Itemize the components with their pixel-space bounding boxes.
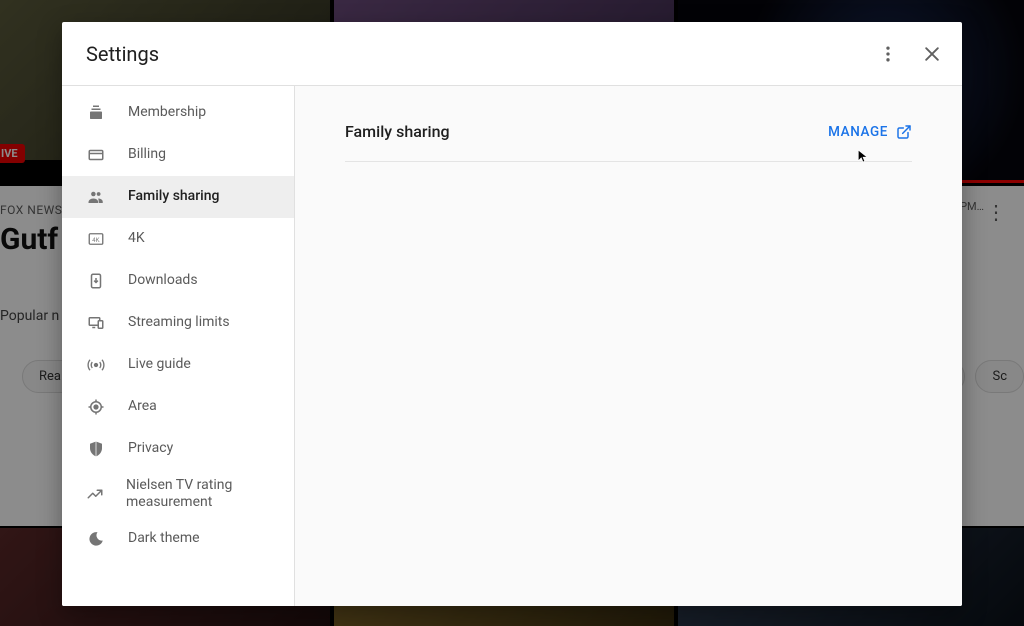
- sidebar-item-label: Privacy: [128, 440, 173, 458]
- modal-title: Settings: [86, 42, 159, 66]
- header-actions: [868, 34, 952, 74]
- sidebar-item-family-sharing[interactable]: Family sharing: [62, 176, 294, 218]
- sidebar-item-label: Billing: [128, 146, 166, 164]
- sidebar-item-downloads[interactable]: Downloads: [62, 260, 294, 302]
- location-icon: [86, 398, 106, 416]
- sidebar-item-dark-theme[interactable]: Dark theme: [62, 518, 294, 560]
- settings-sidebar: Membership Billing Family sharing 4K 4K: [62, 86, 295, 606]
- credit-card-icon: [86, 146, 106, 164]
- open-in-new-icon: [896, 124, 912, 140]
- modal-header: Settings: [62, 22, 962, 86]
- shield-icon: [86, 440, 106, 458]
- more-button[interactable]: [868, 34, 908, 74]
- close-button[interactable]: [912, 34, 952, 74]
- sidebar-item-membership[interactable]: Membership: [62, 92, 294, 134]
- download-icon: [86, 272, 106, 290]
- section-title: Family sharing: [345, 122, 450, 141]
- 4k-icon: 4K: [86, 230, 106, 248]
- sidebar-item-label: Nielsen TV rating measurement: [126, 477, 270, 512]
- devices-icon: [86, 314, 106, 332]
- sidebar-item-billing[interactable]: Billing: [62, 134, 294, 176]
- sidebar-item-area[interactable]: Area: [62, 386, 294, 428]
- sidebar-item-label: Area: [128, 398, 157, 416]
- settings-modal: Settings Membership Billing: [62, 22, 962, 606]
- modal-body: Membership Billing Family sharing 4K 4K: [62, 86, 962, 606]
- manage-link[interactable]: MANAGE: [828, 124, 912, 140]
- subscriptions-icon: [86, 104, 106, 122]
- moon-icon: [86, 530, 106, 548]
- sidebar-item-privacy[interactable]: Privacy: [62, 428, 294, 470]
- sidebar-item-label: Family sharing: [128, 188, 219, 206]
- settings-content: Family sharing MANAGE: [295, 86, 962, 606]
- trending-icon: [86, 485, 104, 503]
- sidebar-item-label: Dark theme: [128, 530, 200, 548]
- broadcast-icon: [86, 356, 106, 374]
- sidebar-item-label: Membership: [128, 104, 206, 122]
- more-vert-icon: [878, 44, 898, 64]
- sidebar-item-label: Downloads: [128, 272, 198, 290]
- sidebar-item-4k[interactable]: 4K 4K: [62, 218, 294, 260]
- people-icon: [86, 188, 106, 206]
- close-icon: [922, 44, 942, 64]
- sidebar-item-nielsen[interactable]: Nielsen TV rating measurement: [62, 470, 294, 518]
- sidebar-item-label: Streaming limits: [128, 314, 230, 332]
- sidebar-item-label: Live guide: [128, 356, 191, 374]
- section-family-sharing: Family sharing MANAGE: [345, 122, 912, 162]
- svg-text:4K: 4K: [92, 238, 99, 244]
- sidebar-item-streaming-limits[interactable]: Streaming limits: [62, 302, 294, 344]
- sidebar-item-live-guide[interactable]: Live guide: [62, 344, 294, 386]
- sidebar-item-label: 4K: [128, 230, 145, 248]
- manage-label: MANAGE: [828, 124, 888, 140]
